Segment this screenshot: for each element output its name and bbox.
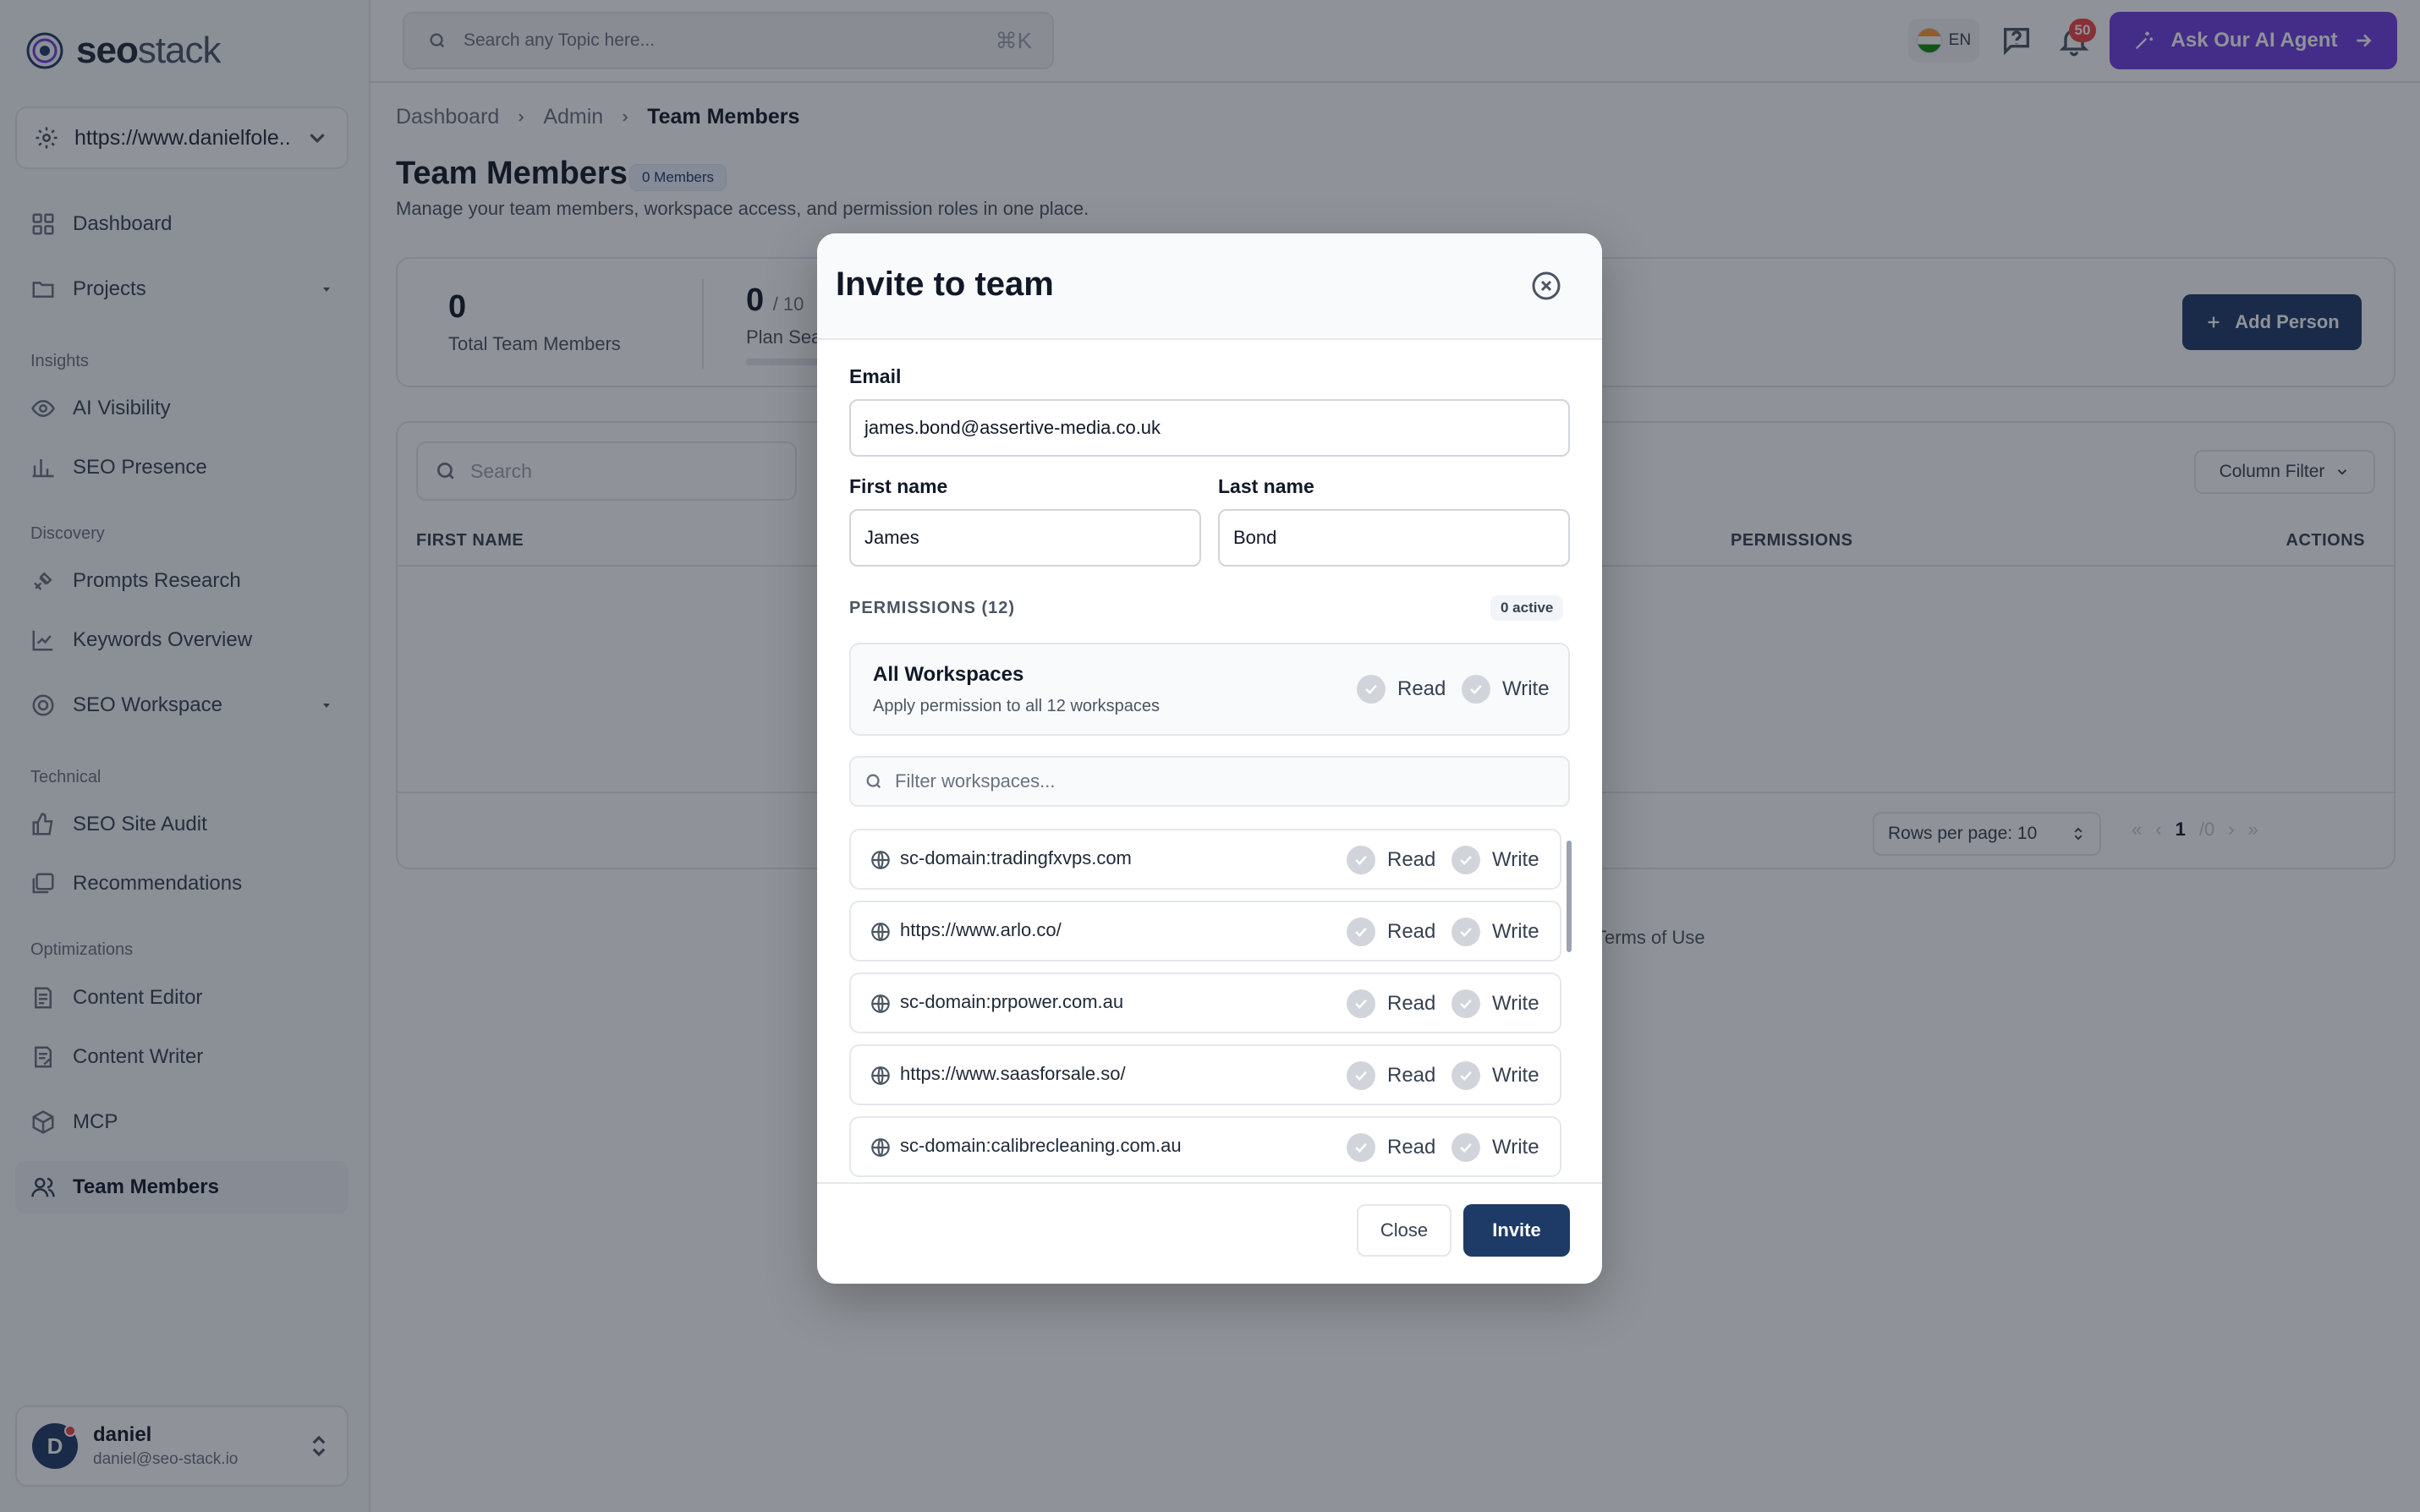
globe-icon [871,1138,890,1157]
workspace-write-toggle[interactable]: Write [1451,989,1539,1018]
workspace-name: sc-domain:tradingfxvps.com [900,847,1132,868]
last-name-label: Last name [1218,475,1314,497]
write-label: Write [1502,677,1550,700]
read-label: Read [1387,920,1436,943]
workspace-write-toggle[interactable]: Write [1451,1061,1539,1090]
check-icon [1462,675,1490,704]
workspace-write-toggle[interactable]: Write [1451,846,1539,874]
write-label: Write [1492,1136,1539,1159]
close-icon[interactable] [1529,269,1563,303]
workspace-row: sc-domain:tradingfxvps.com Read Write [849,829,1561,890]
first-name-field[interactable]: James [849,509,1201,567]
all-workspaces-read-toggle[interactable]: Read [1357,675,1446,704]
check-icon [1347,1133,1375,1162]
modal-footer: Close Invite [817,1182,1602,1284]
read-label: Read [1387,1064,1436,1087]
workspace-read-toggle[interactable]: Read [1347,1133,1435,1162]
active-permissions-badge: 0 active [1490,595,1564,621]
check-icon [1357,675,1386,704]
workspace-row: https://www.arlo.co/ Read Write [849,901,1561,961]
globe-icon [871,923,890,941]
workspace-name: https://www.arlo.co/ [900,919,1062,940]
workspace-name: sc-domain:calibrecleaning.com.au [900,1135,1182,1156]
check-icon [1451,846,1480,874]
check-icon [1451,918,1480,946]
workspace-read-toggle[interactable]: Read [1347,918,1435,946]
invite-button[interactable]: Invite [1463,1204,1570,1257]
filter-workspaces-placeholder: Filter workspaces... [895,770,1056,792]
email-label: Email [849,365,902,387]
workspace-read-toggle[interactable]: Read [1347,989,1435,1018]
workspace-row: sc-domain:calibrecleaning.com.au Read Wr… [849,1116,1561,1177]
all-workspaces-write-toggle[interactable]: Write [1462,675,1550,704]
modal-title: Invite to team [836,266,1054,303]
check-icon [1347,846,1375,874]
write-label: Write [1492,992,1539,1015]
workspace-read-toggle[interactable]: Read [1347,1061,1435,1090]
all-workspaces-row: All Workspaces Apply permission to all 1… [849,643,1570,736]
globe-icon [871,851,890,869]
first-name-label: First name [849,475,948,497]
email-field[interactable]: james.bond@assertive-media.co.uk [849,399,1570,457]
all-workspaces-subtitle: Apply permission to all 12 workspaces [873,697,1161,715]
globe-icon [871,1066,890,1085]
check-icon [1451,989,1480,1018]
write-label: Write [1492,1064,1539,1087]
workspace-row: sc-domain:prpower.com.au Read Write [849,972,1561,1033]
check-icon [1347,1061,1375,1090]
workspace-read-toggle[interactable]: Read [1347,846,1435,874]
workspace-name: https://www.saasforsale.so/ [900,1063,1126,1084]
read-label: Read [1397,677,1446,700]
modal-header: Invite to team [817,233,1602,340]
read-label: Read [1387,1136,1436,1159]
last-name-field[interactable]: Bond [1218,509,1570,567]
search-icon [866,774,881,789]
workspace-list-viewport: sc-domain:tradingfxvps.com Read Write ht… [849,829,1590,1179]
invite-modal: Invite to team Email james.bond@assertiv… [817,233,1602,1284]
check-icon [1347,989,1375,1018]
close-button[interactable]: Close [1357,1204,1451,1257]
check-icon [1451,1061,1480,1090]
globe-icon [871,994,890,1013]
write-label: Write [1492,848,1539,871]
filter-workspaces-input[interactable]: Filter workspaces... [849,756,1570,807]
workspace-name: sc-domain:prpower.com.au [900,991,1124,1012]
write-label: Write [1492,920,1539,943]
permissions-heading: PERMISSIONS (12) [849,599,1016,617]
workspace-list-scrollbar[interactable] [1567,841,1572,952]
read-label: Read [1387,848,1436,871]
check-icon [1347,918,1375,946]
workspace-write-toggle[interactable]: Write [1451,1133,1539,1162]
check-icon [1451,1133,1480,1162]
all-workspaces-title: All Workspaces [873,663,1024,686]
workspace-row: https://www.saasforsale.so/ Read Write [849,1044,1561,1105]
workspace-write-toggle[interactable]: Write [1451,918,1539,946]
read-label: Read [1387,992,1436,1015]
